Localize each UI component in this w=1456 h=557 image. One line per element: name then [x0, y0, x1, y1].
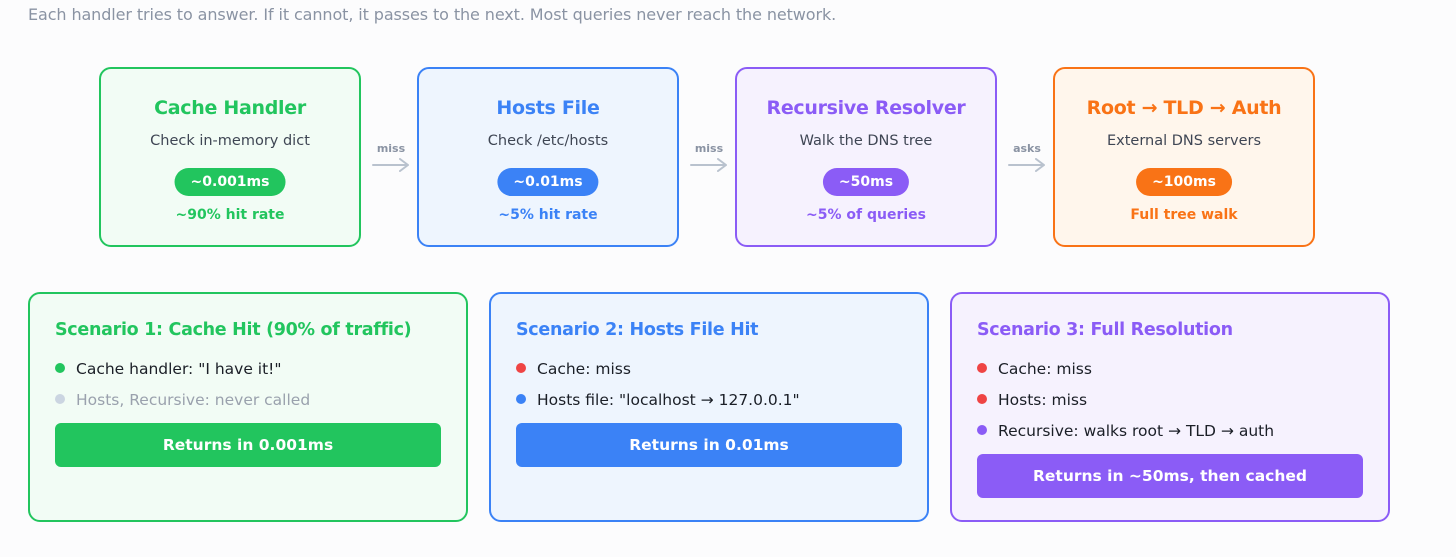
result-banner: Returns in ~50ms, then cached [977, 454, 1363, 498]
intro-text: Each handler tries to answer. If it cann… [28, 5, 837, 24]
scenario-step: Recursive: walks root → TLD → auth [977, 418, 1363, 449]
handler-title: Recursive Resolver [766, 97, 966, 119]
step-text: Hosts: miss [998, 391, 1088, 409]
latency-badge: ~0.01ms [497, 168, 599, 196]
arrow-right-icon [1008, 158, 1045, 172]
scenario-step: Cache: miss [977, 356, 1363, 387]
scenario-steps: Cache: miss Hosts file: "localhost → 127… [516, 356, 902, 418]
scenario-step: Hosts: miss [977, 387, 1363, 418]
status-dot-icon [55, 394, 65, 404]
arrow-right-icon [372, 158, 409, 172]
arrow-right-icon [690, 158, 727, 172]
handler-title: Hosts File [496, 97, 600, 119]
external-dns-box: Root → TLD → Auth External DNS servers ~… [1053, 67, 1315, 247]
handler-title: Cache Handler [154, 97, 306, 119]
scenario-title: Scenario 3: Full Resolution [977, 320, 1233, 340]
scenario-step: Hosts file: "localhost → 127.0.0.1" [516, 387, 902, 418]
scenario-step: Hosts, Recursive: never called [55, 387, 441, 418]
handler-subtitle: Walk the DNS tree [799, 133, 933, 149]
arrow-miss-2: miss [685, 142, 733, 172]
hosts-file-box: Hosts File Check /etc/hosts ~0.01ms ~5% … [417, 67, 679, 247]
handler-subtitle: Check /etc/hosts [487, 133, 609, 149]
handler-title: Root → TLD → Auth [1086, 97, 1282, 119]
scenario-title: Scenario 1: Cache Hit (90% of traffic) [55, 320, 412, 340]
handler-subtitle: External DNS servers [1106, 133, 1262, 149]
scenario-hosts-hit: Scenario 2: Hosts File Hit Cache: miss H… [489, 292, 929, 522]
step-text: Cache: miss [998, 360, 1092, 378]
scenario-step: Cache handler: "I have it!" [55, 356, 441, 387]
status-dot-icon [977, 363, 987, 373]
latency-badge: ~50ms [822, 168, 910, 196]
scenario-step: Cache: miss [516, 356, 902, 387]
arrow-miss-1: miss [367, 142, 415, 172]
scenario-full-resolution: Scenario 3: Full Resolution Cache: miss … [950, 292, 1390, 522]
latency-badge: ~0.001ms [174, 168, 286, 196]
step-text: Recursive: walks root → TLD → auth [998, 422, 1275, 440]
result-banner: Returns in 0.01ms [516, 423, 902, 467]
handler-note: Full tree walk [1130, 207, 1238, 223]
status-dot-icon [977, 425, 987, 435]
step-text: Hosts file: "localhost → 127.0.0.1" [537, 391, 800, 409]
status-dot-icon [516, 394, 526, 404]
handler-note: ~5% hit rate [498, 207, 598, 223]
arrow-label: asks [1013, 142, 1041, 155]
arrow-label: miss [376, 142, 406, 155]
step-text: Cache handler: "I have it!" [76, 360, 282, 378]
status-dot-icon [516, 363, 526, 373]
cache-handler-box: Cache Handler Check in-memory dict ~0.00… [99, 67, 361, 247]
handler-subtitle: Check in-memory dict [150, 133, 310, 149]
status-dot-icon [55, 363, 65, 373]
step-text: Cache: miss [537, 360, 631, 378]
arrow-asks: asks [1003, 142, 1051, 172]
handler-note: ~5% of queries [806, 207, 926, 223]
scenario-title: Scenario 2: Hosts File Hit [516, 320, 759, 340]
step-text: Hosts, Recursive: never called [76, 391, 311, 409]
scenario-steps: Cache handler: "I have it!" Hosts, Recur… [55, 356, 441, 418]
handler-note: ~90% hit rate [175, 207, 285, 223]
arrow-label: miss [694, 142, 724, 155]
scenario-steps: Cache: miss Hosts: miss Recursive: walks… [977, 356, 1363, 449]
scenario-cache-hit: Scenario 1: Cache Hit (90% of traffic) C… [28, 292, 468, 522]
result-banner: Returns in 0.001ms [55, 423, 441, 467]
recursive-resolver-box: Recursive Resolver Walk the DNS tree ~50… [735, 67, 997, 247]
status-dot-icon [977, 394, 987, 404]
latency-badge: ~100ms [1136, 168, 1232, 196]
